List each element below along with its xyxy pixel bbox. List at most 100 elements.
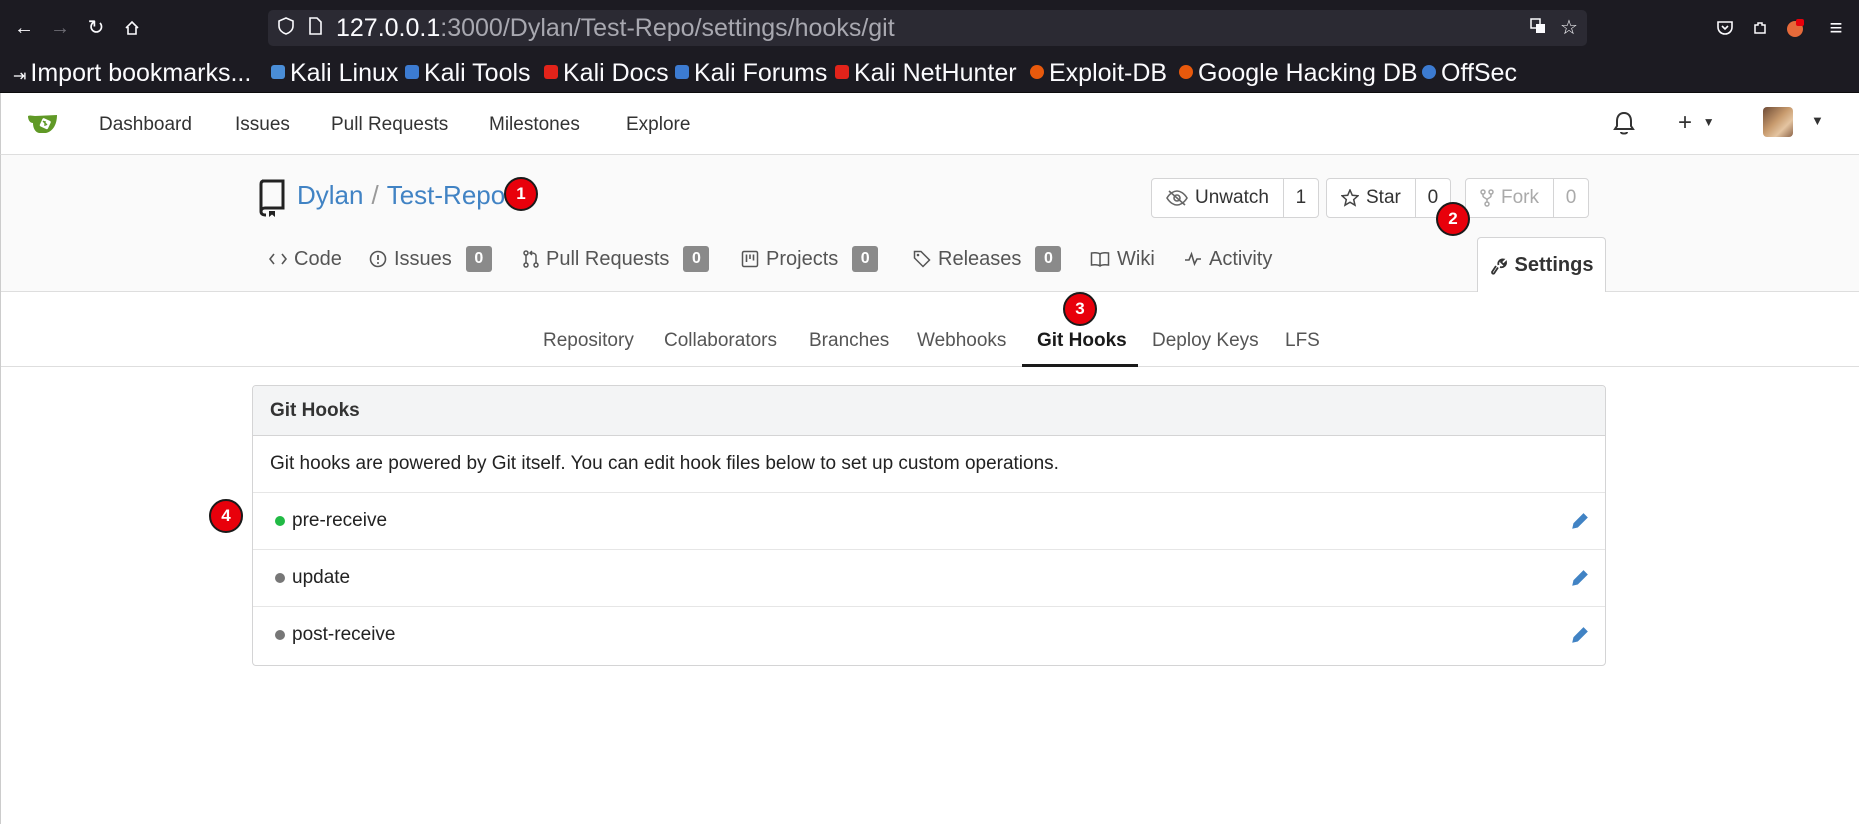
settings-tab-lfs[interactable]: LFS bbox=[1285, 329, 1320, 353]
back-icon[interactable]: ← bbox=[10, 14, 38, 42]
edit-pencil-icon[interactable] bbox=[1570, 625, 1590, 645]
url-path: :3000/Dylan/Test-Repo/settings/hooks/git bbox=[440, 14, 895, 42]
git-hooks-description: Git hooks are powered by Git itself. You… bbox=[253, 436, 1605, 493]
page-icon[interactable] bbox=[308, 17, 322, 40]
bookmark-label: Kali Docs bbox=[563, 59, 669, 87]
bookmark-kali-docs[interactable]: Kali Docs bbox=[544, 58, 669, 88]
repo-header: Dylan / Test-Repo 1 Unwatch 1 Star 0 Fork … bbox=[0, 155, 1859, 293]
browser-toolbar: ← → ↻ 127.0.0.1:3000/Dylan/Test-Repo/set… bbox=[0, 0, 1859, 55]
tab-code-label: Code bbox=[294, 247, 342, 270]
forward-icon[interactable]: → bbox=[46, 14, 74, 42]
tab-issues-label: Issues bbox=[394, 247, 452, 270]
repo-owner-link[interactable]: Dylan bbox=[297, 180, 363, 210]
bookmark-google-hacking-db[interactable]: Google Hacking DB bbox=[1179, 58, 1418, 88]
star-label: Star bbox=[1366, 187, 1401, 208]
menu-icon[interactable]: ≡ bbox=[1822, 14, 1850, 42]
issues-count-badge: 0 bbox=[465, 246, 492, 272]
settings-tab-branches[interactable]: Branches bbox=[809, 329, 889, 353]
annotation-marker-3: 3 bbox=[1063, 292, 1097, 326]
bookmark-label: OffSec bbox=[1441, 59, 1517, 87]
tab-settings[interactable]: Settings bbox=[1477, 237, 1606, 293]
repo-name-link[interactable]: Test-Repo bbox=[387, 180, 506, 210]
star-icon bbox=[1341, 189, 1359, 207]
kali-forums-icon bbox=[675, 65, 689, 80]
settings-tab-git-hooks[interactable]: Git Hooks bbox=[1037, 329, 1127, 353]
tab-wiki[interactable]: Wiki bbox=[1090, 242, 1155, 276]
settings-tab-deploy-keys[interactable]: Deploy Keys bbox=[1152, 329, 1259, 353]
url-host: 127.0.0.1 bbox=[336, 14, 441, 42]
star-button-group: Star 0 bbox=[1326, 178, 1451, 218]
edit-pencil-icon[interactable] bbox=[1570, 511, 1590, 531]
bookmark-kali-tools[interactable]: Kali Tools bbox=[405, 58, 531, 88]
repo-title: Dylan / Test-Repo bbox=[297, 179, 505, 211]
repo-title-separator: / bbox=[371, 180, 379, 210]
fork-icon bbox=[1480, 189, 1494, 207]
create-new-menu[interactable]: + ▼ bbox=[1678, 109, 1715, 137]
watch-button-group: Unwatch 1 bbox=[1151, 178, 1319, 218]
home-icon[interactable] bbox=[118, 14, 146, 42]
bookmark-offsec[interactable]: OffSec bbox=[1422, 58, 1517, 88]
hook-row-post-receive: post-receive bbox=[253, 607, 1605, 664]
user-avatar[interactable] bbox=[1763, 107, 1793, 137]
gitea-logo-icon[interactable] bbox=[27, 111, 61, 135]
tab-activity[interactable]: Activity bbox=[1184, 242, 1272, 276]
account-icon[interactable] bbox=[1781, 14, 1809, 42]
bookmark-import[interactable]: ⇥ Import bookmarks... bbox=[13, 58, 251, 92]
edit-pencil-icon[interactable] bbox=[1570, 568, 1590, 588]
settings-tab-webhooks[interactable]: Webhooks bbox=[917, 329, 1006, 353]
bookmark-star-icon[interactable]: ☆ bbox=[1560, 17, 1578, 39]
nav-issues[interactable]: Issues bbox=[235, 113, 290, 137]
tab-pull-requests[interactable]: Pull Requests 0 bbox=[523, 242, 710, 276]
pocket-icon[interactable] bbox=[1711, 14, 1739, 42]
watch-count[interactable]: 1 bbox=[1284, 179, 1318, 217]
hook-name: post-receive bbox=[292, 624, 396, 645]
unwatch-label: Unwatch bbox=[1195, 187, 1269, 208]
tab-projects[interactable]: Projects 0 bbox=[741, 242, 879, 276]
tag-icon bbox=[913, 250, 931, 268]
annotation-marker-2: 2 bbox=[1436, 202, 1470, 236]
bookmarks-bar: ⇥ Import bookmarks... Kali Linux Kali Too… bbox=[0, 55, 1859, 93]
translate-icon[interactable] bbox=[1530, 17, 1546, 39]
notifications-bell-icon[interactable] bbox=[1611, 110, 1637, 138]
star-button[interactable]: Star bbox=[1327, 179, 1416, 217]
bookmark-label: Google Hacking DB bbox=[1198, 59, 1418, 87]
project-board-icon bbox=[741, 250, 759, 268]
fork-button[interactable]: Fork bbox=[1466, 179, 1554, 217]
chevron-down-icon[interactable]: ▼ bbox=[1811, 113, 1824, 128]
pull-request-icon bbox=[523, 250, 539, 268]
hook-status-active-dot bbox=[275, 516, 285, 526]
bookmark-label: Kali NetHunter bbox=[854, 59, 1017, 87]
kali-docs-icon bbox=[544, 65, 558, 80]
nav-milestones[interactable]: Milestones bbox=[489, 113, 580, 137]
tab-projects-label: Projects bbox=[766, 247, 839, 270]
chevron-down-icon: ▼ bbox=[1702, 115, 1715, 129]
nav-explore[interactable]: Explore bbox=[626, 113, 690, 137]
bookmark-label: Exploit-DB bbox=[1049, 59, 1168, 87]
unwatch-button[interactable]: Unwatch bbox=[1152, 179, 1284, 217]
hook-name: pre-receive bbox=[292, 510, 388, 531]
pulls-count-badge: 0 bbox=[683, 246, 710, 272]
bookmark-kali-linux[interactable]: Kali Linux bbox=[271, 58, 398, 88]
extensions-icon[interactable] bbox=[1746, 14, 1774, 42]
bookmark-exploit-db[interactable]: Exploit-DB bbox=[1030, 58, 1167, 88]
nav-dashboard[interactable]: Dashboard bbox=[99, 113, 192, 137]
tab-code[interactable]: Code bbox=[269, 242, 342, 276]
tab-releases[interactable]: Releases 0 bbox=[913, 242, 1062, 276]
bookmark-label: Kali Tools bbox=[424, 59, 531, 87]
bookmark-label: Kali Linux bbox=[290, 59, 399, 87]
fork-count[interactable]: 0 bbox=[1554, 179, 1588, 217]
settings-tab-collaborators[interactable]: Collaborators bbox=[664, 329, 777, 353]
bookmark-label: Kali Forums bbox=[694, 59, 828, 87]
settings-tab-repository[interactable]: Repository bbox=[543, 329, 634, 353]
issue-icon bbox=[369, 250, 387, 268]
shield-icon[interactable] bbox=[278, 17, 294, 40]
url-bar[interactable]: 127.0.0.1:3000/Dylan/Test-Repo/settings/… bbox=[268, 10, 1587, 46]
tab-releases-label: Releases bbox=[938, 247, 1022, 270]
nav-pull-requests[interactable]: Pull Requests bbox=[331, 113, 448, 137]
bookmark-kali-nethunter[interactable]: Kali NetHunter bbox=[835, 58, 1017, 88]
kali-tools-icon bbox=[405, 65, 419, 80]
bookmark-kali-forums[interactable]: Kali Forums bbox=[675, 58, 827, 88]
tab-issues[interactable]: Issues 0 bbox=[369, 242, 492, 276]
url-text[interactable]: 127.0.0.1:3000/Dylan/Test-Repo/settings/… bbox=[336, 14, 895, 42]
reload-icon[interactable]: ↻ bbox=[82, 14, 110, 42]
